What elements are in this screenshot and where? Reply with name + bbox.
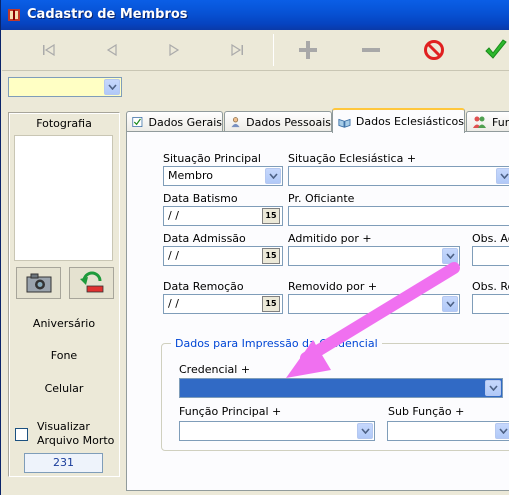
chevron-down-icon[interactable] <box>442 296 458 312</box>
situacao-eclesiastica-select[interactable] <box>288 166 509 186</box>
calendar-icon[interactable]: 15 <box>262 248 280 264</box>
app-icon <box>8 9 20 21</box>
credencial-select[interactable] <box>179 378 503 398</box>
phone-label: Fone <box>50 349 78 362</box>
tab-label: Dados Pessoais <box>246 115 331 129</box>
title-bar: Cadastro de Membros <box>1 0 509 30</box>
data-admissao-label: Data Admissão <box>163 232 246 245</box>
checkmark-icon <box>485 39 507 59</box>
add-button[interactable] <box>293 36 323 64</box>
first-record-button[interactable] <box>34 36 64 64</box>
tab-strip: Dados Gerais Dados Pessoais Dados Eclesi… <box>126 108 509 133</box>
cancel-button[interactable] <box>419 36 449 64</box>
tab-label: Func <box>492 115 509 129</box>
data-remocao-value: / / <box>168 297 179 310</box>
cell-label: Celular <box>44 382 84 395</box>
sub-funcao-select[interactable] <box>387 421 509 441</box>
checklist-icon <box>132 117 143 127</box>
data-batismo-input[interactable]: / / 15 <box>163 206 283 226</box>
chevron-down-icon[interactable] <box>495 423 509 439</box>
people-icon <box>473 116 486 128</box>
pr-oficiante-input[interactable] <box>288 206 509 226</box>
credential-group-title: Dados para Impressão da Credencial <box>171 337 382 350</box>
tab-dados-pessoais[interactable]: Dados Pessoais <box>224 111 332 132</box>
next-record-button[interactable] <box>159 36 189 64</box>
toolbar <box>2 30 509 71</box>
calendar-icon[interactable]: 15 <box>262 296 280 312</box>
left-panel: Fotografia Aniversário Fone Celular Visu… <box>8 112 120 477</box>
calendar-icon[interactable]: 15 <box>262 208 280 224</box>
admitido-por-label: Admitido por + <box>288 232 372 245</box>
funcao-principal-label: Função Principal + <box>179 405 282 418</box>
removido-por-label: Removido por + <box>288 280 378 293</box>
undo-arrow-icon <box>79 271 103 293</box>
data-remocao-input[interactable]: / / 15 <box>163 294 283 314</box>
removido-por-select[interactable] <box>288 294 460 314</box>
archive-checkbox[interactable] <box>15 428 28 441</box>
tab-dados-eclesiasticos[interactable]: Dados Eclesiásticos <box>332 108 465 133</box>
first-icon <box>43 44 55 56</box>
confirm-button[interactable] <box>481 36 509 64</box>
sub-funcao-label: Sub Função + <box>388 405 465 418</box>
photo-label: Fotografia <box>36 117 92 130</box>
chevron-down-icon[interactable] <box>265 168 281 184</box>
last-record-button[interactable] <box>222 36 252 64</box>
data-remocao-label: Data Remoção <box>163 280 244 293</box>
tab-label: Dados Eclesiásticos <box>355 115 464 128</box>
minus-icon <box>362 48 380 52</box>
record-selector-combo[interactable] <box>8 77 122 97</box>
situacao-principal-value: Membro <box>168 169 213 182</box>
window-title: Cadastro de Membros <box>27 7 188 22</box>
remove-button[interactable] <box>356 36 386 64</box>
plus-icon <box>299 41 317 59</box>
no-entry-icon <box>424 40 444 60</box>
chevron-down-icon[interactable] <box>104 79 120 95</box>
situacao-principal-select[interactable]: Membro <box>163 166 283 186</box>
obs-remocao-input[interactable] <box>472 294 509 314</box>
obs-admissao-label: Obs. Ad <box>472 232 509 245</box>
tab-func[interactable]: Func <box>466 111 509 132</box>
remove-photo-button[interactable] <box>69 267 114 299</box>
birthday-label: Aniversário <box>32 317 96 330</box>
credencial-label: Credencial + <box>179 363 251 376</box>
open-book-icon <box>338 118 351 128</box>
chevron-down-icon[interactable] <box>357 423 373 439</box>
funcao-principal-select[interactable] <box>179 421 375 441</box>
member-count: 231 <box>24 453 103 473</box>
last-icon <box>231 44 243 56</box>
data-batismo-value: / / <box>168 209 179 222</box>
data-admissao-input[interactable]: / / 15 <box>163 246 283 266</box>
situacao-eclesiastica-label: Situação Eclesiástica + <box>288 152 417 165</box>
data-admissao-value: / / <box>168 249 179 262</box>
admitido-por-select[interactable] <box>288 246 460 266</box>
camera-icon <box>26 273 51 293</box>
next-icon <box>169 44 180 56</box>
archive-checkbox-label: Visualizar Arquivo Morto <box>37 420 115 447</box>
photo-box[interactable] <box>14 135 113 261</box>
previous-icon <box>106 44 117 56</box>
chevron-down-icon[interactable] <box>442 248 458 264</box>
obs-admissao-input[interactable] <box>472 246 509 266</box>
tab-label: Dados Gerais <box>148 115 223 129</box>
chevron-down-icon[interactable] <box>485 380 501 396</box>
tab-dados-gerais[interactable]: Dados Gerais <box>126 111 223 132</box>
previous-record-button[interactable] <box>97 36 127 64</box>
obs-remocao-label: Obs. Re <box>472 280 509 293</box>
chevron-down-icon[interactable] <box>496 168 509 184</box>
camera-button[interactable] <box>16 267 61 299</box>
data-batismo-label: Data Batismo <box>163 192 238 205</box>
main-window: Cadastro de Membros Fotografia Aniversár… <box>0 0 509 495</box>
tab-page: Situação Principal Membro Situação Ecles… <box>126 131 509 491</box>
person-icon <box>231 117 240 128</box>
pr-oficiante-label: Pr. Oficiante <box>288 192 355 205</box>
toolbar-separator <box>273 34 274 66</box>
situacao-principal-label: Situação Principal <box>163 152 261 165</box>
